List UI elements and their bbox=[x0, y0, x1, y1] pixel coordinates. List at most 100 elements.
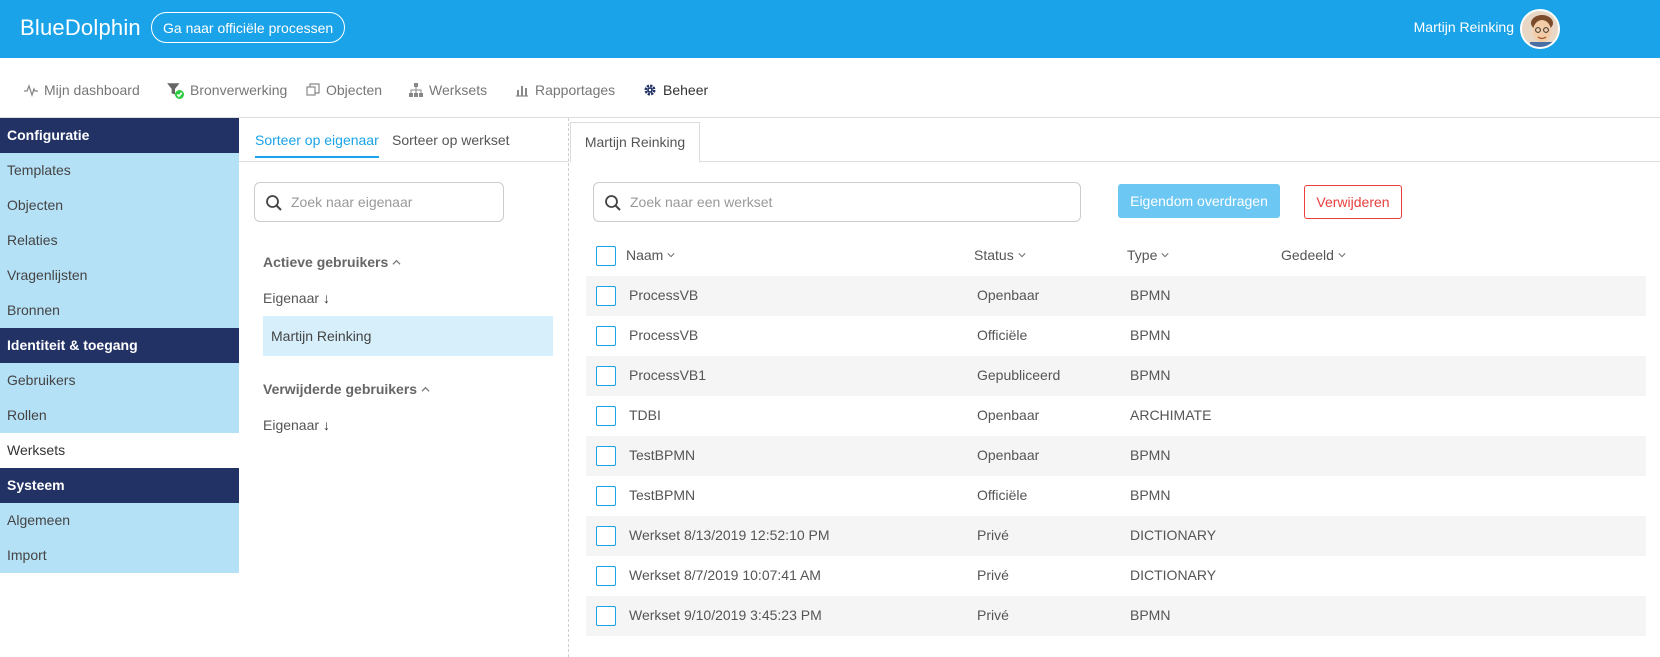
transfer-ownership-button[interactable]: Eigendom overdragen bbox=[1118, 184, 1280, 218]
table-row[interactable]: TestBPMN Openbaar BPMN bbox=[586, 436, 1646, 476]
search-icon bbox=[266, 195, 282, 211]
row-type: BPMN bbox=[1130, 487, 1171, 503]
gear-icon bbox=[644, 84, 656, 96]
table-row[interactable]: TestBPMN Officiële BPMN bbox=[586, 476, 1646, 516]
select-all-checkbox[interactable] bbox=[596, 246, 616, 266]
nav-label: Beheer bbox=[663, 82, 709, 98]
sidebar-item-algemeen[interactable]: Algemeen bbox=[0, 503, 239, 538]
row-checkbox[interactable] bbox=[596, 286, 616, 306]
table-row[interactable]: ProcessVB Officiële BPMN bbox=[586, 316, 1646, 356]
nav-label: Rapportages bbox=[535, 82, 616, 98]
column-type-header[interactable]: Type bbox=[1127, 247, 1169, 263]
avatar[interactable] bbox=[1520, 9, 1560, 49]
deleted-users-title: Verwijderde gebruikers bbox=[263, 381, 418, 397]
chevron-down-icon bbox=[1161, 253, 1169, 258]
funnel-check-icon bbox=[167, 83, 184, 99]
tab-sort-by-workset[interactable]: Sorteer op werkset bbox=[392, 132, 510, 156]
table-row[interactable]: Werkset 8/7/2019 10:07:41 AM Privé DICTI… bbox=[586, 556, 1646, 596]
workset-search-box bbox=[593, 182, 1081, 222]
owner-tabs-bar: Martijn Reinking bbox=[570, 118, 1660, 163]
table-row[interactable]: Werkset 9/10/2019 3:45:23 PM Privé BPMN bbox=[586, 596, 1646, 636]
row-type: BPMN bbox=[1130, 287, 1171, 303]
nav-objecten[interactable]: Objecten bbox=[306, 80, 382, 100]
column-name-header[interactable]: Naam bbox=[626, 247, 675, 263]
table-row[interactable]: ProcessVB Openbaar BPMN bbox=[586, 276, 1646, 316]
sidebar-item-import[interactable]: Import bbox=[0, 538, 239, 573]
chevron-down-icon bbox=[1018, 253, 1026, 258]
row-status: Officiële bbox=[977, 327, 1028, 343]
bar-chart-icon bbox=[516, 86, 528, 97]
deleted-owner-sort-header[interactable]: Eigenaar ↓ bbox=[263, 417, 330, 433]
owner-label: Eigenaar bbox=[263, 417, 320, 433]
row-status: Privé bbox=[977, 527, 1009, 543]
sidebar-item-relaties[interactable]: Relaties bbox=[0, 223, 239, 258]
nav-werksets[interactable]: Werksets bbox=[409, 80, 487, 100]
workset-search-input[interactable] bbox=[630, 191, 1070, 213]
row-checkbox[interactable] bbox=[596, 486, 616, 506]
tab-owner-martijn[interactable]: Martijn Reinking bbox=[570, 122, 700, 163]
row-name: TDBI bbox=[629, 407, 661, 423]
owner-sort-header[interactable]: Eigenaar ↓ bbox=[263, 290, 330, 306]
owner-search-box bbox=[254, 182, 504, 222]
column-status-header[interactable]: Status bbox=[974, 247, 1026, 263]
sidebar-section-identiteit: Identiteit & toegang bbox=[0, 328, 239, 363]
row-status: Privé bbox=[977, 607, 1009, 623]
row-checkbox[interactable] bbox=[596, 526, 616, 546]
delete-button[interactable]: Verwijderen bbox=[1304, 185, 1402, 219]
hierarchy-icon bbox=[409, 83, 423, 97]
row-checkbox[interactable] bbox=[596, 446, 616, 466]
official-processes-button[interactable]: Ga naar officiële processen bbox=[151, 12, 346, 43]
row-name: ProcessVB1 bbox=[629, 367, 707, 383]
arrow-down-icon: ↓ bbox=[322, 417, 330, 433]
user-menu-name[interactable]: Martijn Reinking bbox=[1414, 19, 1514, 35]
row-checkbox[interactable] bbox=[596, 566, 616, 586]
table-row[interactable]: Werkset 8/13/2019 12:52:10 PM Privé DICT… bbox=[586, 516, 1646, 556]
row-status: Openbaar bbox=[977, 447, 1040, 463]
sidebar-item-werksets[interactable]: Werksets bbox=[0, 433, 239, 468]
column-shared-header[interactable]: Gedeeld bbox=[1281, 247, 1346, 263]
sidebar-section-systeem: Systeem bbox=[0, 468, 239, 503]
sidebar-item-objecten[interactable]: Objecten bbox=[0, 188, 239, 223]
row-status: Gepubliceerd bbox=[977, 367, 1061, 383]
nav-beheer[interactable]: Beheer bbox=[643, 80, 708, 100]
sidebar-item-bronnen[interactable]: Bronnen bbox=[0, 293, 239, 328]
row-checkbox[interactable] bbox=[596, 326, 616, 346]
row-name: Werkset 9/10/2019 3:45:23 PM bbox=[629, 607, 822, 623]
row-status: Privé bbox=[977, 567, 1009, 583]
row-checkbox[interactable] bbox=[596, 606, 616, 626]
table-row[interactable]: TDBI Openbaar ARCHIMATE bbox=[586, 396, 1646, 436]
deleted-users-toggle[interactable]: Verwijderde gebruikers bbox=[263, 381, 430, 397]
sidebar-item-templates[interactable]: Templates bbox=[0, 153, 239, 188]
row-name: Werkset 8/7/2019 10:07:41 AM bbox=[629, 567, 821, 583]
tab-sort-by-owner[interactable]: Sorteer op eigenaar bbox=[255, 132, 379, 158]
nav-label: Objecten bbox=[326, 82, 383, 98]
table-header: Naam Status Type Gedeeld bbox=[586, 236, 1646, 276]
owner-search-input[interactable] bbox=[291, 191, 491, 213]
sidebar-section-configuratie: Configuratie bbox=[0, 118, 239, 153]
sidebar-item-rollen[interactable]: Rollen bbox=[0, 398, 239, 433]
sidebar-item-gebruikers[interactable]: Gebruikers bbox=[0, 363, 239, 398]
nav-bronverwerking[interactable]: Bronverwerking bbox=[166, 80, 287, 100]
pulse-icon bbox=[24, 84, 38, 97]
row-checkbox[interactable] bbox=[596, 366, 616, 386]
brand-logo[interactable]: BlueDolphin bbox=[20, 15, 141, 41]
owner-list-item[interactable]: Martijn Reinking bbox=[263, 316, 553, 356]
table-row[interactable]: ProcessVB1 Gepubliceerd BPMN bbox=[586, 356, 1646, 396]
search-icon bbox=[605, 195, 621, 211]
row-name: ProcessVB bbox=[629, 327, 699, 343]
row-name: Werkset 8/13/2019 12:52:10 PM bbox=[629, 527, 830, 543]
column-status-label: Status bbox=[974, 247, 1014, 263]
nav-mijn-dashboard[interactable]: Mijn dashboard bbox=[24, 80, 140, 100]
top-header: BlueDolphin Ga naar officiële processen … bbox=[0, 0, 1660, 58]
row-name: ProcessVB bbox=[629, 287, 699, 303]
active-users-toggle[interactable]: Actieve gebruikers bbox=[263, 254, 401, 270]
sidebar-item-vragenlijsten[interactable]: Vragenlijsten bbox=[0, 258, 239, 293]
owner-sort-tabs: Sorteer op eigenaar Sorteer op werkset bbox=[239, 118, 569, 162]
nav-label: Bronverwerking bbox=[190, 82, 288, 98]
nav-rapportages[interactable]: Rapportages bbox=[515, 80, 615, 100]
row-checkbox[interactable] bbox=[596, 406, 616, 426]
worksets-panel: Martijn Reinking Eigendom overdragen Ver… bbox=[570, 118, 1660, 657]
owner-label: Eigenaar bbox=[263, 290, 320, 306]
worksets-table: Naam Status Type Gedeeld ProcessVB Openb… bbox=[586, 236, 1646, 636]
owner-panel: Sorteer op eigenaar Sorteer op werkset A… bbox=[239, 118, 569, 657]
